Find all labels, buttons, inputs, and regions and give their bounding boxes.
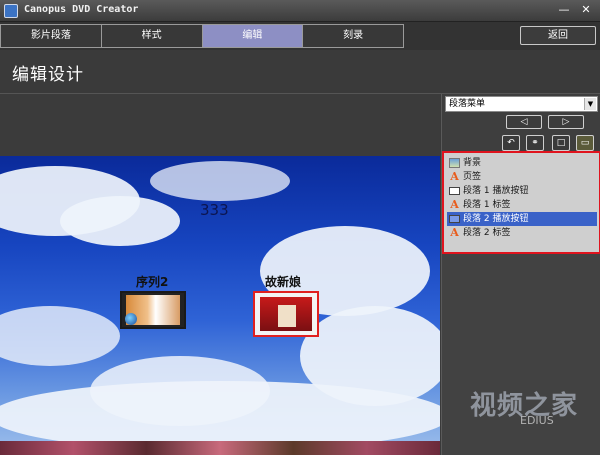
layer-label: 段落 1 播放按钮 <box>463 186 529 196</box>
tab-bar: 影片段落 样式 编辑 刻录 返回 <box>0 22 600 50</box>
link-icon[interactable]: ⚭ <box>526 135 544 151</box>
layer-label: 段落 2 播放按钮 <box>463 214 529 224</box>
layer-label: 背景 <box>463 158 482 168</box>
next-page-button[interactable]: ▷ <box>548 115 584 129</box>
tab-clips[interactable]: 影片段落 <box>1 25 102 47</box>
page-title: 编辑设计 <box>12 65 84 85</box>
layer-label: 段落 2 标签 <box>463 228 511 238</box>
play-button-icon <box>449 187 460 195</box>
text-a-icon: A <box>450 226 459 239</box>
app-icon <box>4 4 18 18</box>
tab-burn[interactable]: 刻录 <box>303 25 403 47</box>
frame-icon[interactable]: □ <box>552 135 570 151</box>
play-button-icon <box>449 215 460 223</box>
menu-preview-canvas[interactable]: 333 序列2 故新娘 <box>0 156 440 455</box>
tab-style[interactable]: 样式 <box>101 25 203 47</box>
menu-type-select[interactable]: 段落菜单 ▼ <box>445 96 598 112</box>
layer-item-page-title[interactable]: A 页签 <box>447 170 597 184</box>
layer-item-chapter-1-play[interactable]: 段落 1 播放按钮 <box>447 184 597 198</box>
text-a-icon: A <box>450 170 459 183</box>
minimize-button[interactable]: — <box>556 3 572 18</box>
figure-shape <box>278 305 296 327</box>
layer-list-panel: 背景 A 页签 段落 1 播放按钮 A 段落 1 标签 段落 2 播放按钮 A … <box>442 151 600 254</box>
layer-item-background[interactable]: 背景 <box>447 156 597 170</box>
chevron-down-icon[interactable]: ▼ <box>584 98 596 110</box>
workspace: 333 序列2 故新娘 <box>0 94 440 455</box>
heading-area: 编辑设计 <box>0 50 600 94</box>
layer-item-chapter-2-label[interactable]: A 段落 2 标签 <box>447 226 597 240</box>
chapter-2-play-button[interactable] <box>253 291 319 337</box>
flower-field <box>0 441 440 455</box>
chapter-1-play-button[interactable] <box>120 291 186 329</box>
chapter-1-label[interactable]: 序列2 <box>136 273 168 290</box>
menu-page-number[interactable]: 333 <box>200 201 229 219</box>
tab-edit[interactable]: 编辑 <box>202 25 304 47</box>
cloud-shape <box>60 196 180 246</box>
layer-item-chapter-1-label[interactable]: A 段落 1 标签 <box>447 198 597 212</box>
cloud-shape <box>150 161 290 201</box>
monitor-icon[interactable]: ▭ <box>576 135 594 151</box>
cloud-shape <box>0 306 120 366</box>
watermark-subtitle: EDIUS <box>520 414 554 427</box>
layer-item-chapter-2-play[interactable]: 段落 2 播放按钮 <box>447 212 597 226</box>
undo-icon[interactable]: ↶ <box>502 135 520 151</box>
tab-strip: 影片段落 样式 编辑 刻录 <box>0 24 404 48</box>
window-title: Canopus DVD Creator <box>24 4 139 15</box>
title-bar: Canopus DVD Creator — ✕ <box>0 0 600 22</box>
layer-label: 页签 <box>463 172 482 182</box>
return-button[interactable]: 返回 <box>520 26 596 45</box>
menu-type-select-value: 段落菜单 <box>449 99 486 109</box>
text-a-icon: A <box>450 198 459 211</box>
layer-list: 背景 A 页签 段落 1 播放按钮 A 段落 1 标签 段落 2 播放按钮 A … <box>447 156 597 240</box>
chapter-2-label[interactable]: 故新娘 <box>265 273 301 290</box>
layer-label: 段落 1 标签 <box>463 200 511 210</box>
globe-icon <box>125 313 137 325</box>
chapter-2-thumbnail <box>260 297 312 331</box>
previous-page-button[interactable]: ◁ <box>506 115 542 129</box>
background-image-icon <box>449 158 460 168</box>
close-button[interactable]: ✕ <box>578 3 594 18</box>
